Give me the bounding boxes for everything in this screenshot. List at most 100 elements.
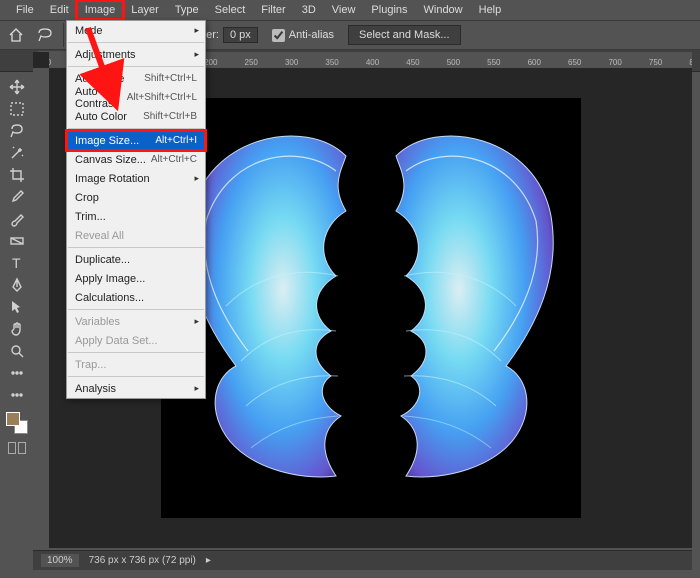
ruler-tick: 300 — [285, 58, 298, 67]
ruler-tick: 200 — [204, 58, 217, 67]
menu-item-apply-image[interactable]: Apply Image... — [67, 269, 205, 288]
image-menu-dropdown: ModeAdjustmentsAuto ToneShift+Ctrl+LAuto… — [66, 20, 206, 399]
menu-layer[interactable]: Layer — [123, 1, 167, 19]
hand-tool[interactable] — [5, 318, 29, 340]
active-tool-preview[interactable] — [34, 23, 64, 47]
zoom-level[interactable]: 100% — [41, 554, 79, 567]
menu-view[interactable]: View — [324, 1, 364, 19]
ruler-tick: 600 — [528, 58, 541, 67]
ruler-vertical — [33, 68, 49, 548]
marquee-tool[interactable] — [5, 98, 29, 120]
canvas[interactable] — [161, 98, 581, 518]
menu-item-analysis[interactable]: Analysis — [67, 379, 205, 398]
type-tool[interactable]: T — [5, 252, 29, 274]
ruler-tick: 350 — [325, 58, 338, 67]
menu-item-label: Image Rotation — [75, 173, 150, 185]
tools-panel: T — [4, 72, 30, 456]
menu-item-label: Calculations... — [75, 292, 144, 304]
anti-alias-label: Anti-alias — [289, 29, 334, 41]
menu-bar: FileEditImageLayerTypeSelectFilter3DView… — [0, 0, 700, 20]
menu-item-label: Adjustments — [75, 49, 136, 61]
menu-item-image-rotation[interactable]: Image Rotation — [67, 169, 205, 188]
menu-help[interactable]: Help — [471, 1, 510, 19]
menu-image[interactable]: Image — [77, 1, 124, 19]
menu-item-label: Apply Data Set... — [75, 335, 158, 347]
path-select-tool[interactable] — [5, 296, 29, 318]
zoom-tool[interactable] — [5, 340, 29, 362]
ruler-tick: 700 — [608, 58, 621, 67]
menu-item-mode[interactable]: Mode — [67, 21, 205, 40]
status-bar: 100% 736 px x 736 px (72 ppi) ▸ — [33, 550, 692, 570]
menu-plugins[interactable]: Plugins — [363, 1, 415, 19]
menu-separator — [68, 66, 204, 67]
magic-wand-tool[interactable] — [5, 142, 29, 164]
home-icon — [8, 27, 24, 43]
menu-item-reveal-all: Reveal All — [67, 226, 205, 245]
menu-item-apply-data-set: Apply Data Set... — [67, 331, 205, 350]
menu-file[interactable]: File — [8, 1, 42, 19]
menu-item-trim[interactable]: Trim... — [67, 207, 205, 226]
menu-item-label: Mode — [75, 25, 103, 37]
menu-filter[interactable]: Filter — [253, 1, 293, 19]
svg-text:T: T — [12, 255, 21, 271]
ruler-tick: 800 — [689, 58, 692, 67]
menu-item-shortcut: Alt+Shift+Ctrl+L — [127, 92, 197, 103]
menu-separator — [68, 376, 204, 377]
crop-tool[interactable] — [5, 164, 29, 186]
menu-window[interactable]: Window — [416, 1, 471, 19]
menu-separator — [68, 247, 204, 248]
menu-separator — [68, 352, 204, 353]
anti-alias-input[interactable] — [272, 29, 285, 42]
menu-item-label: Reveal All — [75, 230, 124, 242]
pen-tool[interactable] — [5, 274, 29, 296]
menu-item-label: Apply Image... — [75, 273, 145, 285]
lasso-tool[interactable] — [5, 120, 29, 142]
menu-item-image-size[interactable]: Image Size...Alt+Ctrl+I — [67, 131, 205, 150]
ruler-tick: 450 — [406, 58, 419, 67]
menu-item-shortcut: Alt+Ctrl+C — [151, 154, 197, 165]
feather-input[interactable]: 0 px — [223, 27, 258, 43]
ruler-tick: 750 — [649, 58, 662, 67]
menu-item-calculations[interactable]: Calculations... — [67, 288, 205, 307]
menu-3d[interactable]: 3D — [294, 1, 324, 19]
lasso-icon — [36, 27, 54, 43]
home-button[interactable] — [4, 23, 28, 47]
ruler-tick: 0 — [49, 58, 51, 67]
status-chevron-icon[interactable]: ▸ — [206, 555, 211, 566]
menu-edit[interactable]: Edit — [42, 1, 77, 19]
menu-item-label: Trim... — [75, 211, 106, 223]
menu-item-adjustments[interactable]: Adjustments — [67, 45, 205, 64]
menu-item-label: Canvas Size... — [75, 154, 146, 166]
menu-item-label: Variables — [75, 316, 120, 328]
brush-tool[interactable] — [5, 208, 29, 230]
color-swatches[interactable] — [6, 412, 28, 434]
menu-item-duplicate[interactable]: Duplicate... — [67, 250, 205, 269]
move-tool[interactable] — [5, 76, 29, 98]
menu-item-crop[interactable]: Crop — [67, 188, 205, 207]
more-tools[interactable] — [5, 362, 29, 384]
document-info: 736 px x 736 px (72 ppi) — [89, 555, 196, 566]
menu-item-auto-contrast[interactable]: Auto ContrastAlt+Shift+Ctrl+L — [67, 88, 205, 107]
menu-item-label: Auto Color — [75, 111, 127, 123]
menu-item-label: Crop — [75, 192, 99, 204]
image-content-right-wing — [376, 126, 561, 486]
foreground-color-swatch[interactable] — [6, 412, 20, 426]
menu-item-label: Duplicate... — [75, 254, 130, 266]
menu-item-label: Auto Contrast — [75, 86, 127, 110]
menu-item-label: Auto Tone — [75, 73, 124, 85]
menu-separator — [68, 42, 204, 43]
ruler-tick: 250 — [245, 58, 258, 67]
select-and-mask-button[interactable]: Select and Mask... — [348, 25, 461, 45]
screen-mode[interactable] — [7, 442, 27, 456]
menu-type[interactable]: Type — [167, 1, 207, 19]
menu-item-shortcut: Alt+Ctrl+I — [155, 135, 197, 146]
menu-item-label: Trap... — [75, 359, 106, 371]
eyedropper-tool[interactable] — [5, 186, 29, 208]
menu-item-auto-color[interactable]: Auto ColorShift+Ctrl+B — [67, 107, 205, 126]
edit-toolbar[interactable] — [5, 384, 29, 406]
gradient-tool[interactable] — [5, 230, 29, 252]
menu-select[interactable]: Select — [207, 1, 254, 19]
menu-item-canvas-size[interactable]: Canvas Size... Alt+Ctrl+C — [67, 150, 205, 169]
menu-item-label: Analysis — [75, 383, 116, 395]
anti-alias-checkbox[interactable]: Anti-alias — [272, 29, 334, 42]
